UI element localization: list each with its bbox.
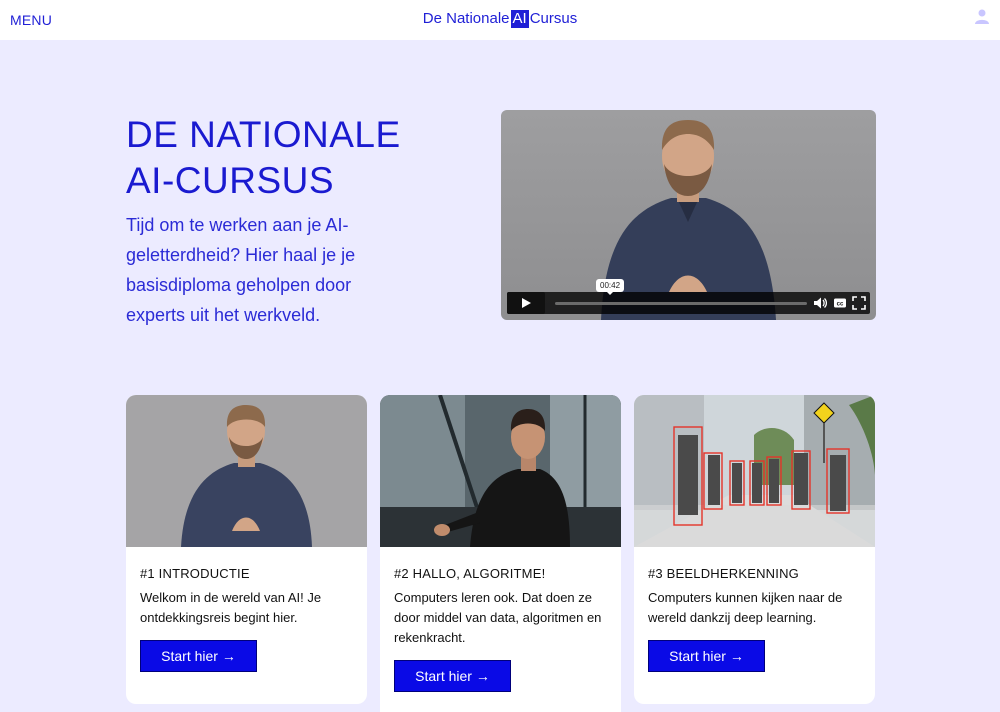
start-here-button[interactable]: Start hier → [140,640,257,672]
course-card-beeldherkenning: #3 BEELDHERKENNING Computers kunnen kijk… [634,395,875,704]
fullscreen-icon[interactable] [852,296,866,310]
video-poster-presenter [601,120,776,320]
brand-ai-mark: AI [510,10,529,28]
top-navigation-bar: MENU De Nationale AI Cursus [0,0,1000,40]
start-here-button[interactable]: Start hier → [648,640,765,672]
card-title: #1 INTRODUCTIE [140,566,250,581]
volume-icon[interactable] [813,296,827,310]
brand-prefix: De Nationale [422,10,510,27]
captions-icon[interactable]: cc [833,296,847,310]
video-control-bar: 00:42 cc [507,279,870,314]
card-description: Computers kunnen kijken naar de wereld d… [648,590,843,625]
brand-suffix: Cursus [529,10,578,27]
course-card-hallo-algoritme: #2 HALLO, ALGORITME! Computers leren ook… [380,395,621,712]
course-card-introductie: #1 INTRODUCTIE Welkom in de wereld van A… [126,395,367,704]
user-account-icon[interactable] [974,8,990,24]
page-title-line2: AI-CURSUS [126,160,335,201]
video-progress-track[interactable]: 00:42 [555,279,807,305]
video-time-tooltip: 00:42 [596,279,625,295]
card-thumbnail-presenter [126,395,367,547]
page-title-line1: DE NATIONALE [126,114,401,155]
card-description: Welkom in de wereld van AI! Je ontdekkin… [140,590,322,625]
start-here-button[interactable]: Start hier → [394,660,511,692]
card-title: #2 HALLO, ALGORITME! [394,566,546,581]
hero-subtitle: Tijd om te werken aan je AI-geletterdhei… [126,215,356,325]
captions-text: cc [837,302,844,308]
card-thumbnail-speaker [380,395,621,547]
intro-video-player[interactable]: 00:42 cc [501,110,876,320]
site-logo[interactable]: De Nationale AI Cursus [0,10,1000,28]
card-title: #3 BEELDHERKENNING [648,566,799,581]
card-thumbnail-street-detection [634,395,875,547]
play-button[interactable] [507,292,545,314]
play-icon [522,298,531,308]
page-title: DE NATIONALE AI-CURSUS [126,112,456,204]
card-description: Computers leren ook. Dat doen ze door mi… [394,590,602,645]
